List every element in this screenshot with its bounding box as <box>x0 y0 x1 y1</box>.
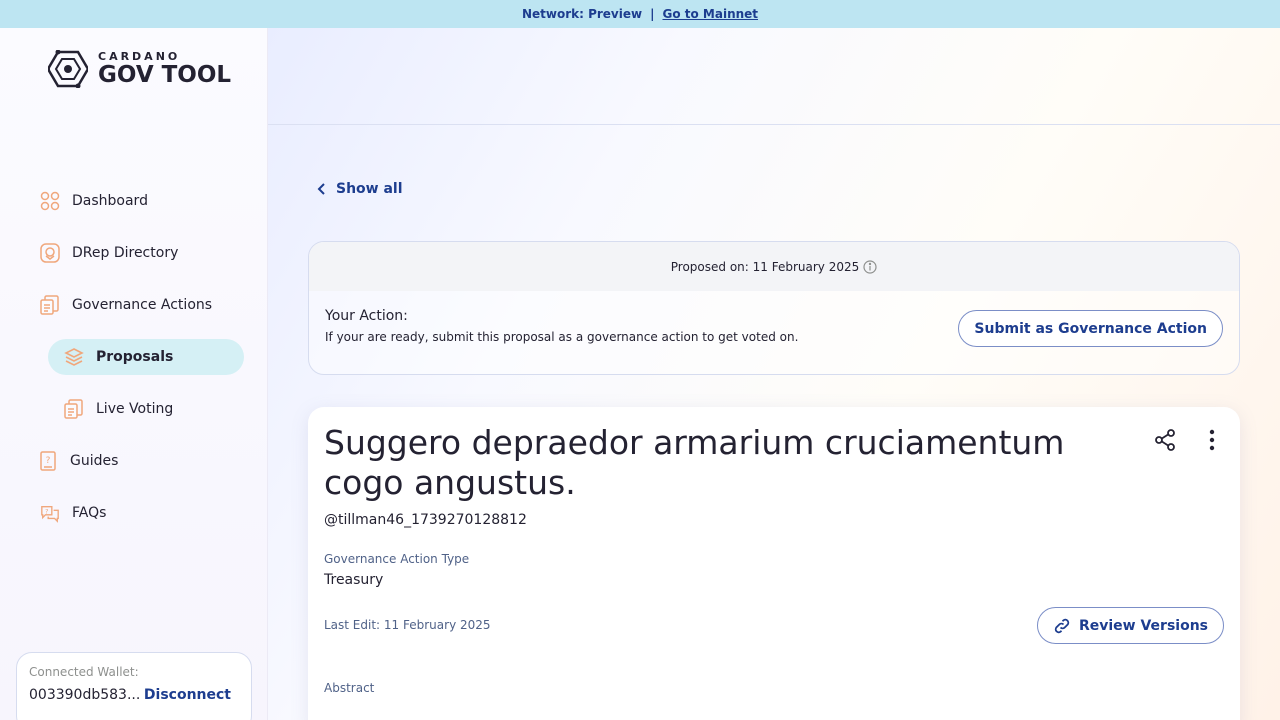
top-bar <box>268 28 1280 125</box>
sidebar-item-label: DRep Directory <box>72 245 179 261</box>
logo-small-text: CARDANO <box>98 50 181 63</box>
guides-icon: ? <box>38 451 58 471</box>
proposal-card: Suggero depraedor armarium cruciamentum … <box>308 407 1240 720</box>
sidebar-item-guides[interactable]: ? Guides <box>38 451 118 471</box>
show-all-label: Show all <box>336 181 403 197</box>
sidebar-item-label: Governance Actions <box>72 297 213 313</box>
your-action-title: Your Action: <box>325 308 408 324</box>
abstract-label: Abstract <box>324 681 375 695</box>
main-content: Show all Proposed on: 11 February 2025 Y… <box>268 28 1280 720</box>
sidebar-item-live-voting[interactable]: Live Voting <box>64 399 173 419</box>
submit-governance-action-button[interactable]: Submit as Governance Action <box>958 310 1223 347</box>
sidebar-item-drep-directory[interactable]: DRep Directory <box>40 243 178 263</box>
connected-wallet-card: Connected Wallet: 003390db583... Disconn… <box>16 652 252 720</box>
live-voting-icon <box>64 399 84 419</box>
your-action-text: Your Action: If your are ready, submit t… <box>325 308 798 344</box>
proposals-icon <box>64 347 84 367</box>
wallet-address: 003390db583... <box>29 687 141 703</box>
review-versions-label: Review Versions <box>1078 617 1208 634</box>
proposal-title: Suggero depraedor armarium cruciamentum … <box>324 423 1065 502</box>
logo-big-text: GOV TOOL <box>98 62 232 88</box>
your-action-card: Proposed on: 11 February 2025 Your Actio… <box>308 241 1240 375</box>
sidebar-item-governance-actions[interactable]: Governance Actions <box>40 295 212 315</box>
logo[interactable]: CARDANO GOV TOOL <box>48 50 231 88</box>
proposed-on-bar: Proposed on: 11 February 2025 <box>309 242 1239 291</box>
banner-separator: | <box>650 7 655 21</box>
last-edit-text: Last Edit: 11 February 2025 <box>324 618 491 632</box>
show-all-link[interactable]: Show all <box>316 181 403 197</box>
proposed-on-text: Proposed on: 11 February 2025 <box>670 259 860 274</box>
review-versions-button[interactable]: Review Versions <box>1036 607 1224 644</box>
sidebar-item-label: Dashboard <box>72 193 148 209</box>
drep-icon <box>40 243 60 263</box>
faqs-icon: ? <box>40 503 60 523</box>
network-text: Network: Preview <box>521 7 643 21</box>
network-banner: Network: Preview | Go to Mainnet <box>0 0 1280 28</box>
sidebar-item-label: FAQs <box>72 505 107 521</box>
cardano-logo-icon <box>48 50 88 88</box>
sidebar-item-label: Guides <box>70 453 119 469</box>
svg-text:?: ? <box>46 456 51 466</box>
sidebar: CARDANO GOV TOOL Dashboard DRep Director… <box>0 28 268 720</box>
more-options-icon[interactable] <box>1208 429 1216 455</box>
wallet-label: Connected Wallet: <box>29 665 139 679</box>
dashboard-icon <box>40 191 60 211</box>
go-to-mainnet-link[interactable]: Go to Mainnet <box>662 7 758 21</box>
chevron-left-icon <box>317 183 325 195</box>
sidebar-item-dashboard[interactable]: Dashboard <box>40 191 148 211</box>
disconnect-button[interactable]: Disconnect <box>144 687 231 703</box>
sidebar-item-label: Proposals <box>96 349 174 365</box>
sidebar-item-label: Live Voting <box>96 401 174 417</box>
sidebar-item-proposals[interactable]: Proposals <box>48 339 244 375</box>
share-icon[interactable] <box>1154 429 1176 455</box>
governance-action-type-label: Governance Action Type <box>324 552 470 566</box>
governance-action-type-value: Treasury <box>324 572 384 588</box>
svg-text:?: ? <box>45 508 48 515</box>
link-icon <box>1054 618 1070 633</box>
proposal-author: @tillman46_1739270128812 <box>324 512 527 528</box>
sidebar-item-faqs[interactable]: ? FAQs <box>40 503 106 523</box>
your-action-description: If your are ready, submit this proposal … <box>325 330 799 344</box>
governance-icon <box>40 295 60 315</box>
info-icon[interactable] <box>863 259 877 274</box>
